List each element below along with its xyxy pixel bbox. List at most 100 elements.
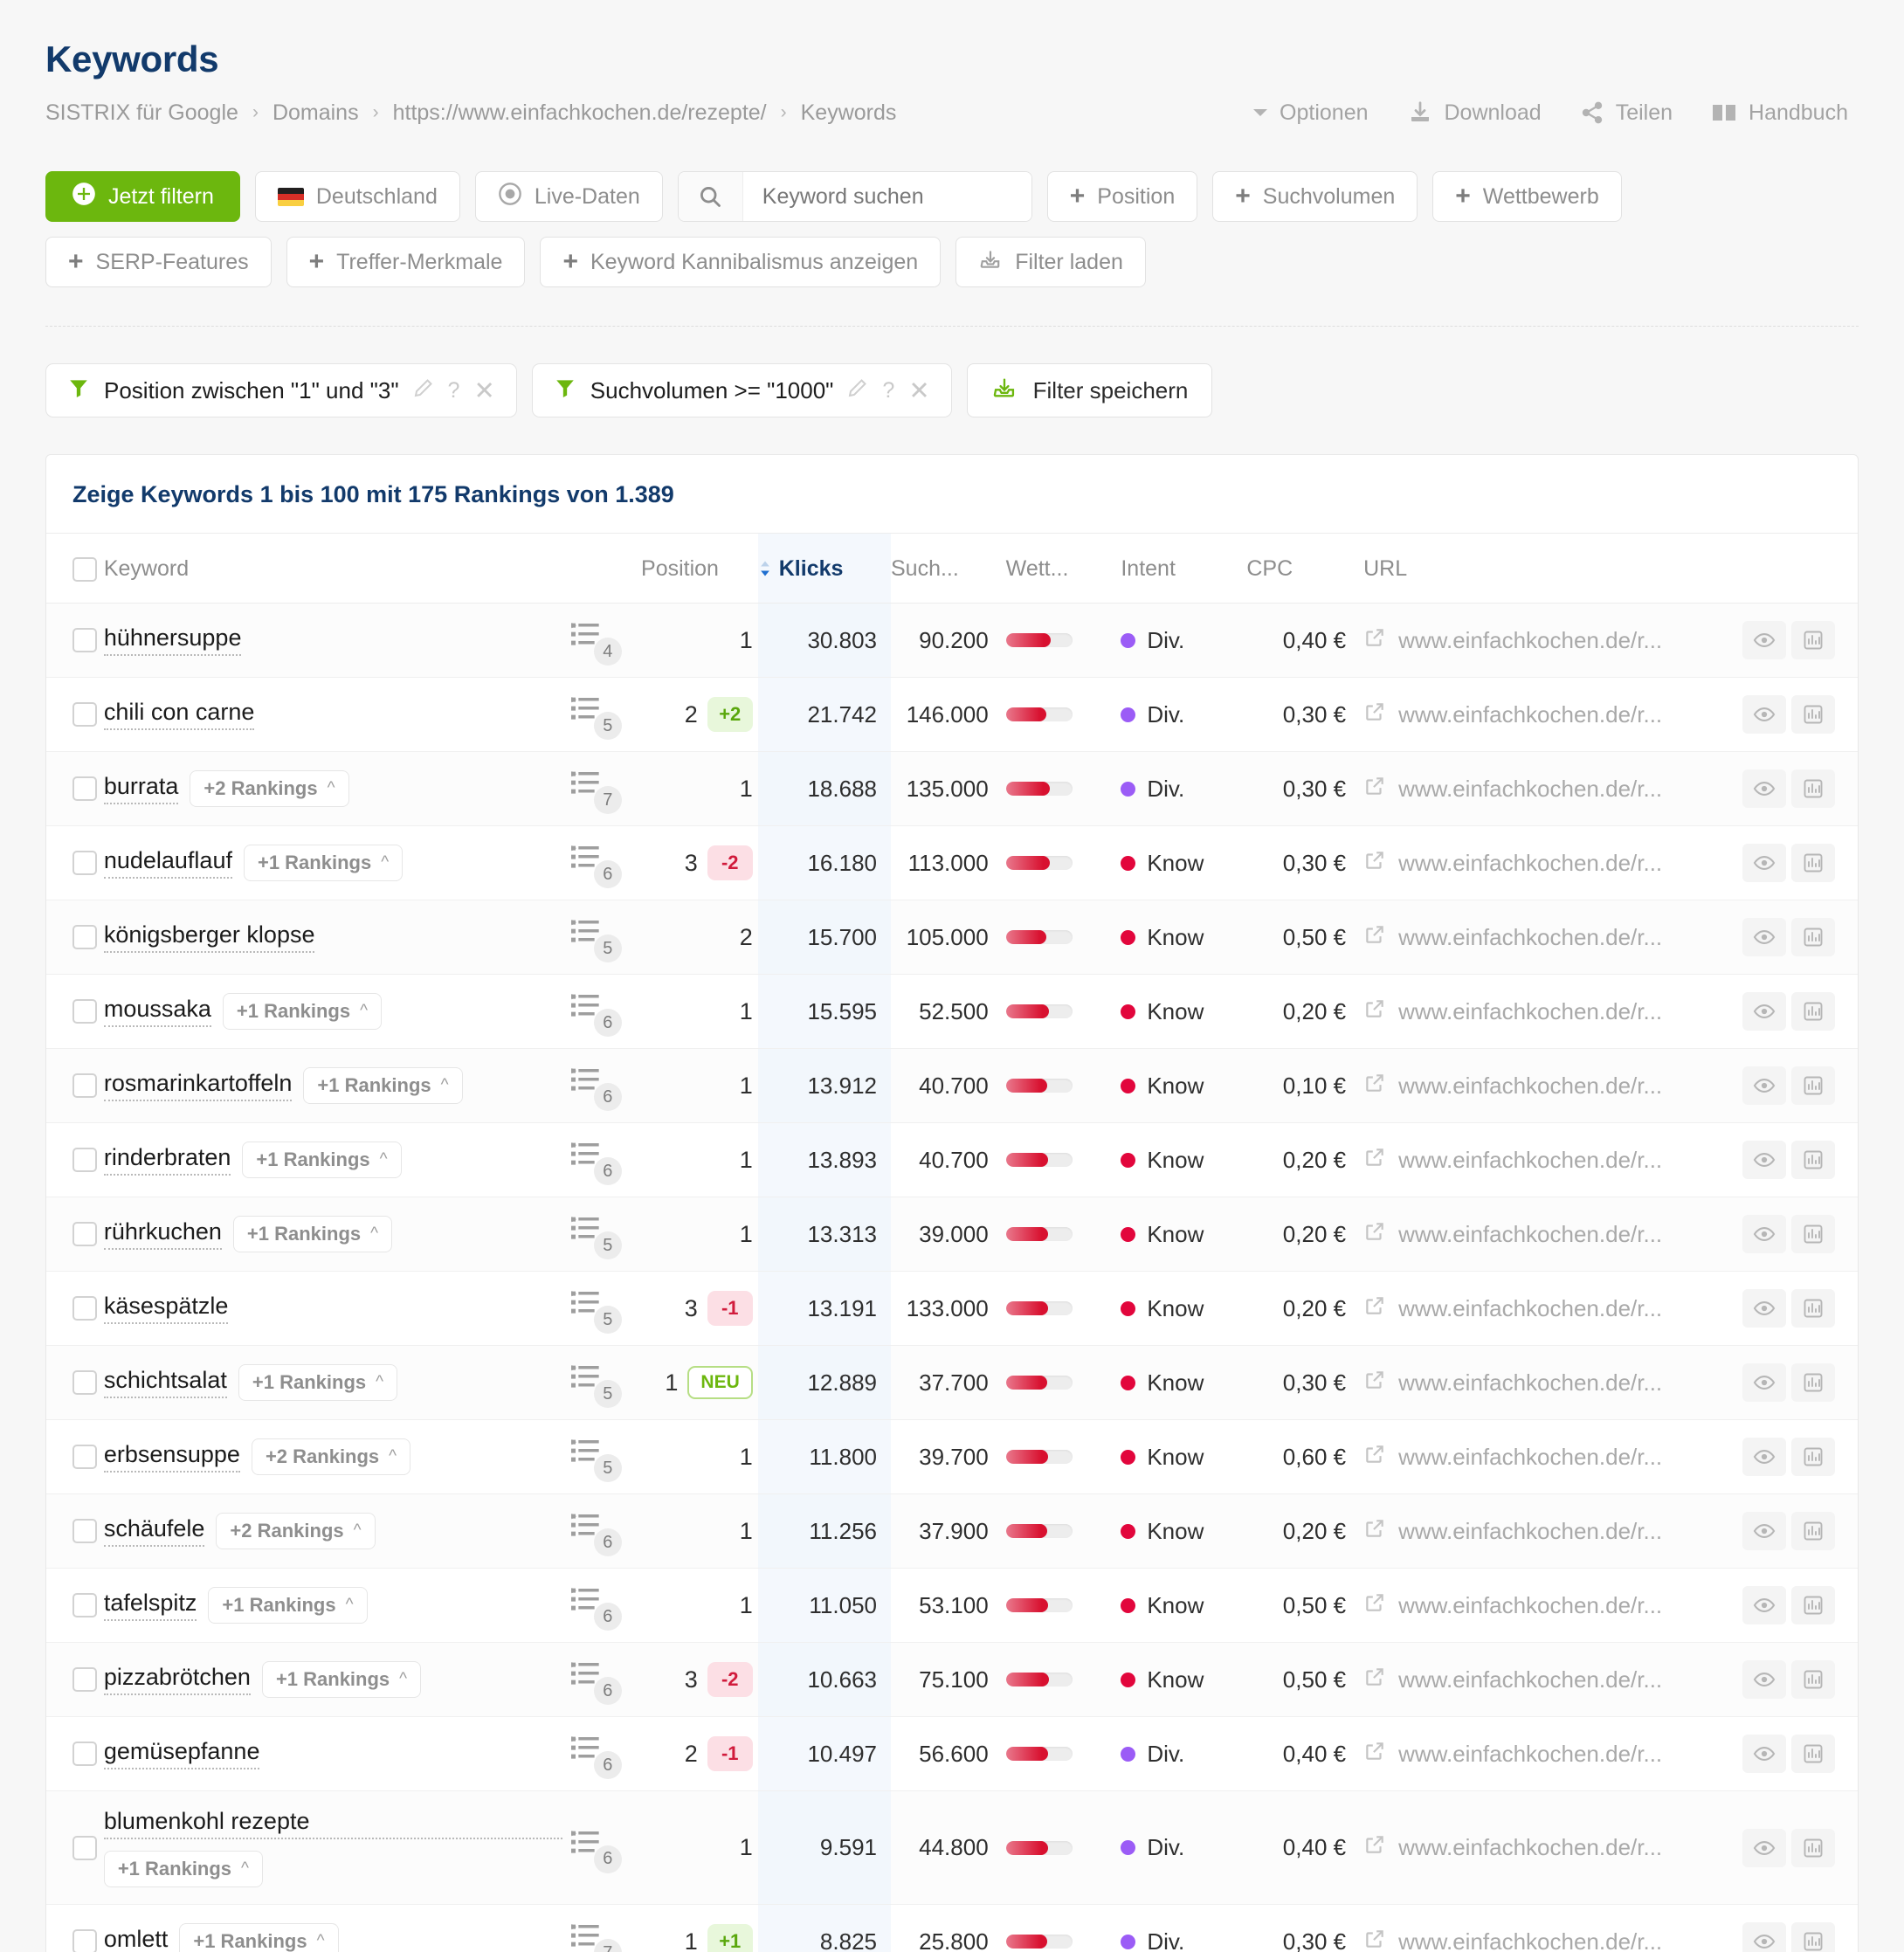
history-chart-icon[interactable] — [1791, 1141, 1835, 1179]
url-text[interactable]: www.einfachkochen.de/r... — [1398, 1147, 1662, 1174]
rankings-badge[interactable]: +2 Rankings ^ — [190, 770, 349, 807]
preview-eye-icon[interactable] — [1742, 1289, 1786, 1328]
url-cell[interactable]: www.einfachkochen.de/r... — [1363, 752, 1741, 826]
col-cpc[interactable]: CPC — [1246, 534, 1364, 604]
history-chart-icon[interactable] — [1791, 1660, 1835, 1699]
rankings-badge[interactable]: +1 Rankings ^ — [303, 1067, 463, 1104]
table-row[interactable]: omlett +1 Rankings^ 7 1 +1 8.825 25.800 Di… — [46, 1904, 1858, 1952]
rankings-badge[interactable]: +1 Rankings ^ — [261, 1661, 422, 1698]
serp-features-cell[interactable]: 5 — [570, 1197, 641, 1272]
serp-features-icon[interactable]: 6 — [570, 991, 622, 1037]
table-row[interactable]: moussaka +1 Rankings ^ 6 1 15.595 52.500 K… — [46, 974, 1858, 1049]
url-cell[interactable]: www.einfachkochen.de/r... — [1363, 1569, 1741, 1643]
breadcrumb-item-0[interactable]: SISTRIX für Google — [45, 100, 238, 126]
serp-features-cell[interactable]: 5 — [570, 1420, 641, 1494]
keyword-link[interactable]: blumenkohl rezepte — [103, 1808, 562, 1839]
add-position-filter-button[interactable]: + Position — [1046, 171, 1198, 222]
url-cell[interactable]: www.einfachkochen.de/r... — [1363, 1272, 1741, 1346]
row-checkbox[interactable] — [72, 1148, 97, 1172]
close-icon[interactable]: ✕ — [908, 376, 929, 406]
history-chart-icon[interactable] — [1791, 1735, 1835, 1773]
url-text[interactable]: www.einfachkochen.de/r... — [1398, 1369, 1662, 1397]
url-text[interactable]: www.einfachkochen.de/r... — [1398, 1073, 1662, 1100]
keyword-link[interactable]: omlett — [104, 1926, 169, 1952]
preview-eye-icon[interactable] — [1742, 844, 1786, 882]
live-data-button[interactable]: Live-Daten — [474, 171, 663, 222]
row-checkbox[interactable] — [72, 1835, 97, 1860]
preview-eye-icon[interactable] — [1742, 695, 1786, 734]
history-chart-icon[interactable] — [1791, 1215, 1835, 1253]
load-filter-button[interactable]: Filter laden — [955, 237, 1146, 287]
row-checkbox[interactable] — [72, 1222, 97, 1246]
url-cell[interactable]: www.einfachkochen.de/r... — [1363, 826, 1741, 900]
url-cell[interactable]: www.einfachkochen.de/r... — [1363, 1791, 1741, 1905]
table-row[interactable]: käsespätzle 5 3 -1 13.191 133.000 Know 0,… — [46, 1271, 1858, 1346]
serp-features-cell[interactable]: 6 — [570, 1494, 641, 1569]
preview-eye-icon[interactable] — [1742, 1215, 1786, 1253]
pencil-icon[interactable] — [413, 377, 434, 404]
url-cell[interactable]: www.einfachkochen.de/r... — [1363, 900, 1741, 975]
history-chart-icon[interactable] — [1791, 1363, 1835, 1402]
row-checkbox[interactable] — [72, 1667, 97, 1692]
preview-eye-icon[interactable] — [1742, 1922, 1786, 1952]
preview-eye-icon[interactable] — [1742, 769, 1786, 808]
keyword-link[interactable]: rosmarinkartoffeln — [103, 1070, 293, 1101]
url-text[interactable]: www.einfachkochen.de/r... — [1398, 776, 1662, 803]
row-checkbox[interactable] — [72, 1929, 97, 1952]
col-position[interactable]: Position — [641, 534, 758, 604]
active-filter-position[interactable]: Position zwischen "1" und "3" ? ✕ — [45, 363, 517, 417]
keyword-link[interactable]: tafelspitz — [103, 1590, 197, 1621]
row-checkbox[interactable] — [72, 1296, 97, 1321]
url-text[interactable]: www.einfachkochen.de/r... — [1398, 924, 1662, 951]
serp-features-cell[interactable]: 6 — [570, 1569, 641, 1643]
table-row[interactable]: tafelspitz +1 Rankings ^ 6 1 11.050 53.100… — [46, 1568, 1858, 1643]
history-chart-icon[interactable] — [1791, 1828, 1835, 1867]
breadcrumb-item-2[interactable]: https://www.einfachkochen.de/rezepte/ — [393, 100, 767, 126]
serp-features-cell[interactable]: 5 — [570, 1346, 641, 1420]
preview-eye-icon[interactable] — [1742, 1586, 1786, 1624]
url-cell[interactable]: www.einfachkochen.de/r... — [1363, 1049, 1741, 1123]
table-row[interactable]: schichtsalat +1 Rankings ^ 5 1 NEU 12.889 3… — [46, 1345, 1858, 1420]
url-cell[interactable]: www.einfachkochen.de/r... — [1363, 1420, 1741, 1494]
serp-features-icon[interactable]: 6 — [570, 1140, 622, 1185]
rankings-badge[interactable]: +1 Rankings ^ — [208, 1587, 368, 1624]
row-checkbox[interactable] — [72, 1073, 97, 1098]
share-button[interactable]: Teilen — [1580, 100, 1673, 126]
preview-eye-icon[interactable] — [1742, 1141, 1786, 1179]
rankings-badge[interactable]: +1 Rankings ^ — [103, 1851, 263, 1887]
history-chart-icon[interactable] — [1791, 1922, 1835, 1952]
table-row[interactable]: gemüsepfanne 6 2 -1 10.497 56.600 Div. 0,… — [46, 1716, 1858, 1791]
serp-features-cell[interactable]: 5 — [570, 900, 641, 975]
url-text[interactable]: www.einfachkochen.de/r... — [1398, 1221, 1662, 1248]
url-text[interactable]: www.einfachkochen.de/r... — [1398, 1741, 1662, 1768]
row-checkbox[interactable] — [72, 925, 97, 949]
url-text[interactable]: www.einfachkochen.de/r... — [1398, 1834, 1662, 1861]
history-chart-icon[interactable] — [1791, 695, 1835, 734]
url-cell[interactable]: www.einfachkochen.de/r... — [1363, 1123, 1741, 1197]
pencil-icon[interactable] — [847, 377, 868, 404]
table-row[interactable]: rührkuchen +1 Rankings ^ 5 1 13.313 39.000… — [46, 1197, 1858, 1272]
col-url[interactable]: URL — [1363, 534, 1742, 604]
serp-features-cell[interactable]: 7 — [570, 1905, 641, 1952]
rankings-badge[interactable]: +1 Rankings ^ — [238, 1364, 398, 1401]
keyword-search[interactable] — [677, 171, 1032, 222]
history-chart-icon[interactable] — [1791, 1586, 1835, 1624]
keyword-link[interactable]: königsberger klopse — [103, 921, 315, 953]
table-row[interactable]: hühnersuppe 4 1 30.803 90.200 Div. 0,40 … — [46, 603, 1858, 678]
table-row[interactable]: rosmarinkartoffeln +1 Rankings ^ 6 1 13.91… — [46, 1048, 1858, 1123]
row-checkbox[interactable] — [72, 999, 97, 1024]
keyword-link[interactable]: schäufele — [103, 1515, 205, 1547]
serp-features-cell[interactable]: 6 — [570, 1791, 641, 1905]
col-keyword[interactable]: Keyword — [103, 534, 571, 604]
filter-now-button[interactable]: Jetzt filtern — [45, 171, 240, 222]
history-chart-icon[interactable] — [1791, 1512, 1835, 1550]
url-text[interactable]: www.einfachkochen.de/r... — [1398, 1928, 1662, 1952]
keyword-link[interactable]: rinderbraten — [103, 1144, 231, 1176]
country-button[interactable]: Deutschland — [254, 171, 460, 222]
table-row[interactable]: burrata +2 Rankings ^ 7 1 18.688 135.000 D… — [46, 751, 1858, 826]
url-cell[interactable]: www.einfachkochen.de/r... — [1363, 678, 1741, 752]
rankings-badge[interactable]: +2 Rankings ^ — [251, 1438, 411, 1475]
add-searchvolume-filter-button[interactable]: + Suchvolumen — [1212, 171, 1418, 222]
active-filter-searchvolume[interactable]: Suchvolumen >= "1000" ? ✕ — [531, 363, 952, 417]
rankings-badge[interactable]: +2 Rankings ^ — [216, 1513, 376, 1549]
